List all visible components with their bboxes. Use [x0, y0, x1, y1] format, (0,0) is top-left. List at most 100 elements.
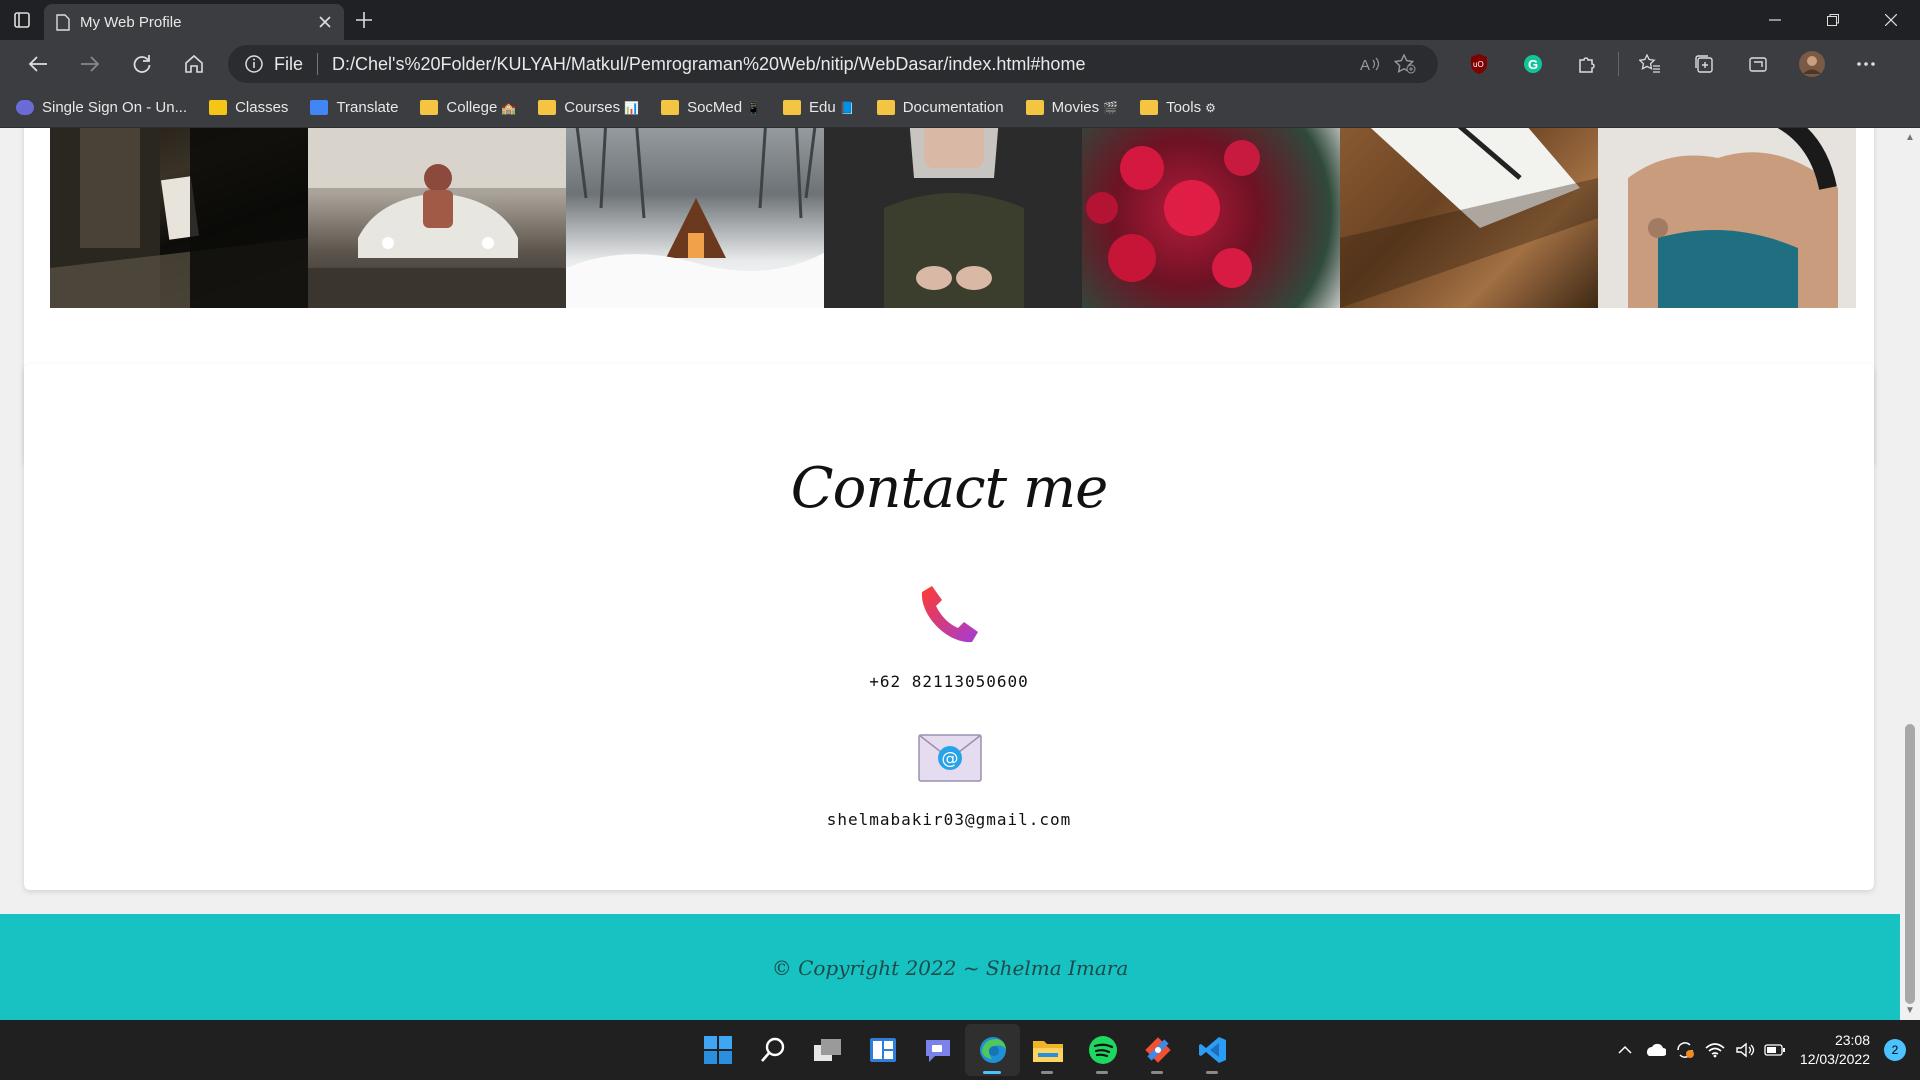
address-prefix: File: [274, 53, 304, 74]
bookmark-sso[interactable]: Single Sign On - Un...: [16, 99, 187, 116]
grammarly-icon: G: [1524, 55, 1542, 73]
edge-icon: [979, 1037, 1006, 1063]
bookmark-label: Classes: [235, 99, 289, 116]
profile-button[interactable]: [1785, 44, 1839, 84]
bookmark-emoji: 📱: [746, 100, 762, 115]
minimize-icon: [1769, 19, 1781, 21]
wifi-icon[interactable]: [1700, 1042, 1730, 1058]
collections-icon: [1695, 55, 1713, 73]
back-button[interactable]: [12, 44, 64, 84]
extensions-button[interactable]: [1560, 44, 1614, 84]
bookmark-folder-courses[interactable]: Courses 📊: [538, 99, 639, 116]
collections-button[interactable]: [1677, 44, 1731, 84]
read-aloud-icon[interactable]: A: [1354, 55, 1388, 73]
bookmark-label: Documentation: [902, 99, 1004, 116]
info-icon[interactable]: [244, 54, 264, 74]
bookmark-emoji: 🎬: [1103, 100, 1119, 115]
bookmark-folder-socmed[interactable]: SocMed 📱: [661, 99, 761, 116]
grammarly-extension[interactable]: G: [1506, 44, 1560, 84]
clock[interactable]: 23:08 12/03/2022: [1800, 1031, 1870, 1069]
bookmark-label: SocMed: [687, 99, 743, 116]
spotify-button[interactable]: [1075, 1024, 1130, 1076]
git-button[interactable]: [1130, 1024, 1185, 1076]
file-explorer-icon: [1032, 1041, 1063, 1062]
forward-button[interactable]: [64, 44, 116, 84]
onedrive-icon[interactable]: [1640, 1043, 1670, 1057]
running-indicator: [1096, 1071, 1108, 1074]
phone-number[interactable]: +62 82113050600: [24, 672, 1874, 691]
add-favorite-icon[interactable]: [1388, 54, 1422, 74]
url-text[interactable]: D:/Chel's%20Folder/KULYAH/Matkul/Pemrogr…: [332, 54, 1354, 75]
copyright-text: © Copyright 2022 ~ Shelma Imara: [771, 956, 1129, 980]
sync-icon[interactable]: [1670, 1040, 1700, 1060]
settings-menu-button[interactable]: [1839, 44, 1893, 84]
new-tab-button[interactable]: [344, 0, 384, 40]
bookmark-label: Movies: [1051, 99, 1100, 116]
start-icon: [703, 1036, 732, 1064]
vscode-button[interactable]: [1185, 1024, 1240, 1076]
running-indicator: [1151, 1071, 1163, 1074]
svg-text:G: G: [1528, 57, 1538, 72]
start-button[interactable]: [690, 1024, 745, 1076]
page-footer: © Copyright 2022 ~ Shelma Imara: [0, 914, 1900, 1020]
close-tab-icon[interactable]: [318, 15, 332, 29]
tab-title: My Web Profile: [80, 13, 182, 31]
search-button[interactable]: [745, 1024, 800, 1076]
bookmark-translate[interactable]: Translate: [310, 99, 398, 116]
bookmark-label: Translate: [336, 99, 399, 116]
snow-cabin-photo: [566, 128, 824, 308]
toolbar-divider: [1618, 52, 1619, 76]
windows-taskbar: 23:08 12/03/2022 2: [0, 1020, 1920, 1080]
bookmark-folder-tools[interactable]: Tools ⚙: [1140, 99, 1216, 116]
file-explorer-button[interactable]: [1020, 1024, 1075, 1076]
bookmark-folder-college[interactable]: College 🏫: [420, 99, 516, 116]
svg-text:A: A: [1360, 57, 1370, 73]
bookmark-emoji: ⚙: [1205, 100, 1216, 115]
home-button[interactable]: [168, 44, 220, 84]
restore-button[interactable]: [1804, 0, 1862, 40]
bookmark-emoji: 📘: [839, 100, 855, 115]
ublock-icon: uO: [1471, 54, 1487, 74]
classroom-icon: [209, 100, 228, 115]
bookmark-folder-edu[interactable]: Edu 📘: [783, 99, 855, 116]
favorites-button[interactable]: [1623, 44, 1677, 84]
forward-arrow-icon: [81, 56, 100, 72]
woman-portrait-photo: [1598, 128, 1856, 308]
bookmark-folder-movies[interactable]: Movies 🎬: [1025, 99, 1119, 116]
scroll-up-arrow-icon[interactable]: ▲: [1905, 132, 1915, 143]
email-address[interactable]: shelmabakir03@gmail.com: [24, 810, 1874, 829]
minimize-button[interactable]: [1746, 0, 1804, 40]
more-icon: [1857, 62, 1875, 66]
scroll-down-arrow-icon[interactable]: ▼: [1905, 1005, 1915, 1016]
bookmark-folder-documentation[interactable]: Documentation: [876, 99, 1004, 116]
ublock-extension[interactable]: uO: [1452, 44, 1506, 84]
widgets-button[interactable]: [855, 1024, 910, 1076]
battery-icon[interactable]: [1760, 1044, 1790, 1056]
close-window-button[interactable]: [1862, 0, 1920, 40]
photo-gallery: [50, 128, 1856, 308]
phone-icon[interactable]: [918, 582, 982, 646]
browser-tab[interactable]: My Web Profile: [44, 4, 344, 40]
chat-button[interactable]: [910, 1024, 965, 1076]
chevron-up-icon[interactable]: [1610, 1045, 1640, 1055]
street-photo: [50, 128, 308, 308]
vertical-scrollbar[interactable]: ▲ ▼: [1900, 128, 1920, 1020]
refresh-button[interactable]: [116, 44, 168, 84]
spotify-icon: [1088, 1036, 1117, 1064]
taskbar-apps: [690, 1020, 1240, 1080]
restore-icon: [1827, 14, 1839, 26]
bookmark-classes[interactable]: Classes: [209, 99, 288, 116]
notification-badge[interactable]: 2: [1884, 1039, 1906, 1061]
tab-actions-button[interactable]: [0, 0, 44, 40]
tab-actions-icon: [14, 12, 30, 28]
edge-taskbar-button[interactable]: [965, 1024, 1020, 1076]
close-icon: [1885, 14, 1897, 26]
task-view-button[interactable]: [800, 1024, 855, 1076]
screenshot-button[interactable]: [1731, 44, 1785, 84]
contact-section: Contact me +62 82113050600 @ shelmabakir…: [24, 364, 1874, 890]
address-bar[interactable]: File D:/Chel's%20Folder/KULYAH/Matkul/Pe…: [228, 45, 1438, 83]
email-icon[interactable]: @: [918, 734, 982, 782]
scrollbar-thumb[interactable]: [1905, 724, 1915, 1004]
volume-icon[interactable]: [1730, 1042, 1760, 1058]
vscode-icon: [1198, 1037, 1226, 1063]
